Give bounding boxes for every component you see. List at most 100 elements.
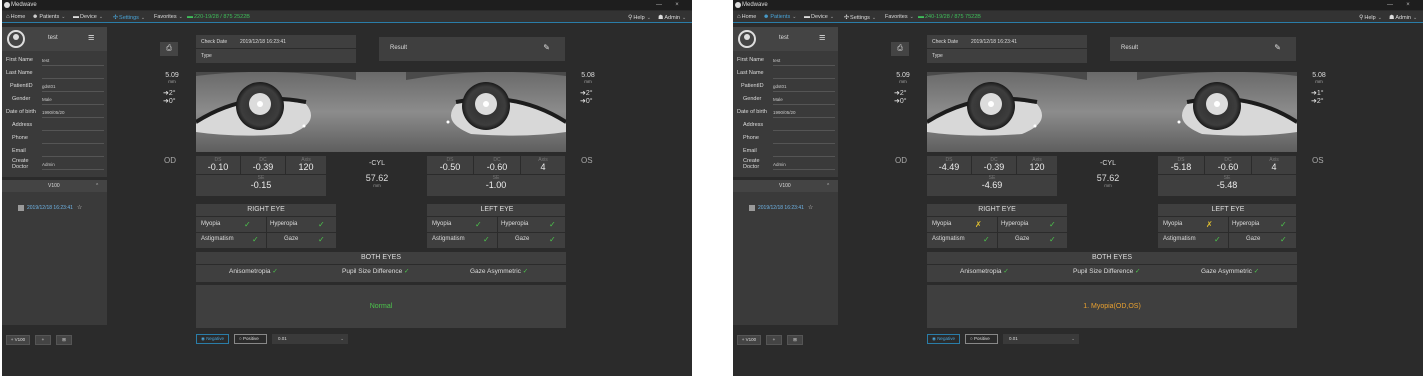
menu-home[interactable]: ⌂Home <box>6 14 25 20</box>
close-button[interactable]: × <box>670 1 684 9</box>
field-label: PatientID <box>741 83 764 89</box>
chevron-down-icon: ⌄ <box>340 336 344 341</box>
check-info: Check Date 2019/12/18 16:23:41 Type <box>196 35 356 63</box>
print-button[interactable]: ⎙ <box>891 42 909 56</box>
r-astigmatism-mark: ✓ <box>252 235 259 244</box>
avatar-icon <box>7 30 25 48</box>
device-group-header[interactable]: V100 ⌃ <box>2 180 107 192</box>
threshold-select[interactable]: 0.01 ⌄ <box>272 334 348 344</box>
cyl-value: 57.62 <box>1096 173 1120 183</box>
diagnosis-panel: Normal <box>196 285 566 328</box>
threshold-select[interactable]: 0.01 ⌄ <box>1003 334 1079 344</box>
device-group-header[interactable]: V100 ⌃ <box>733 180 838 192</box>
print-button[interactable]: ⎙ <box>160 42 178 56</box>
add-button[interactable]: + <box>35 335 51 345</box>
divider <box>927 264 1297 265</box>
field-value[interactable]: Admin <box>42 162 55 167</box>
os-gaze-v: 1° <box>1316 90 1324 97</box>
l-hyperopia-mark: ✓ <box>1280 220 1287 229</box>
device-status[interactable]: ▬240-19/28 / 875 7522B <box>918 14 981 20</box>
r-hyperopia-mark: ✓ <box>1049 220 1056 229</box>
record-checkbox[interactable] <box>18 204 24 211</box>
menu-favorites[interactable]: Favorites ⌄ <box>154 14 183 20</box>
positive-radio[interactable]: ○ Positive <box>965 334 998 344</box>
field-underline <box>773 143 835 144</box>
menu-patients[interactable]: ☻Patients ⌄ <box>763 14 796 20</box>
edit-icon[interactable]: ✎ <box>543 43 550 52</box>
record-item[interactable]: 2019/12/18 16:23:41 ☆ <box>18 204 82 211</box>
grid-button[interactable]: ⊞ <box>56 335 72 345</box>
add-button[interactable]: + <box>766 335 782 345</box>
od-label: OD <box>164 156 176 165</box>
od-axis: 120 <box>1029 162 1045 172</box>
record-list: V100 ⌃ 2019/12/18 16:23:41 ☆ <box>2 180 107 325</box>
od-gaze-v: 2° <box>168 90 176 97</box>
field-underline <box>42 65 104 66</box>
positive-radio[interactable]: ○ Positive <box>234 334 267 344</box>
menu-settings[interactable]: ✣Settings ⌄ <box>844 14 876 21</box>
menu-favorites[interactable]: Favorites ⌄ <box>885 14 914 20</box>
field-value[interactable]: Male <box>42 97 52 102</box>
astigmatism-label: Astigmatism <box>1163 236 1196 242</box>
device-status[interactable]: ▬220-19/28 / 875 2522B <box>187 14 250 20</box>
r-myopia-mark: ✗ <box>975 220 982 229</box>
menu-icon[interactable]: ≡ <box>88 33 94 44</box>
add-device-button[interactable]: + V100 <box>737 335 761 345</box>
field-underline <box>42 169 104 170</box>
menu-admin[interactable]: ☗Admin ⌄ <box>658 14 686 21</box>
menu-help[interactable]: ⚲Help ⌄ <box>1359 14 1382 21</box>
left-eye-panel: LEFT EYE Myopia ✓ Hyperopia ✓ Astigmatis… <box>427 204 567 248</box>
patient-field: First Name test <box>2 54 107 67</box>
field-value[interactable]: 1990/05/20 <box>42 110 65 115</box>
menu-admin[interactable]: ☗Admin ⌄ <box>1389 14 1417 21</box>
type-label: Type <box>932 53 943 59</box>
menu-home[interactable]: ⌂Home <box>737 14 756 20</box>
star-icon[interactable]: ☆ <box>808 205 813 211</box>
menu-device[interactable]: ▬Device ⌄ <box>804 14 834 20</box>
edit-icon[interactable]: ✎ <box>1274 43 1281 52</box>
gaze-asym-item: Gaze Asymmetric ✓ <box>470 267 528 275</box>
patient-field: PatientID gdst01 <box>733 80 838 93</box>
anisometropia-label: Anisometropia <box>229 268 271 275</box>
divider <box>997 216 998 248</box>
device-group-label: V100 <box>48 183 60 189</box>
field-value[interactable]: gdst01 <box>773 84 787 89</box>
menu-patients[interactable]: ☻Patients ⌄ <box>32 14 65 20</box>
add-device-button[interactable]: + V100 <box>6 335 30 345</box>
field-value[interactable]: 1990/05/20 <box>773 110 796 115</box>
field-value[interactable]: Male <box>773 97 783 102</box>
menu-help[interactable]: ⚲Help ⌄ <box>628 14 651 21</box>
minimize-button[interactable]: — <box>652 1 666 9</box>
field-value[interactable]: test <box>773 58 780 63</box>
negative-radio[interactable]: ◉ Negative <box>927 334 960 344</box>
grid-button[interactable]: ⊞ <box>787 335 803 345</box>
device-connected-icon: ▬ <box>918 14 924 20</box>
field-underline <box>773 104 835 105</box>
chevron-down-icon: ⌄ <box>1412 15 1418 21</box>
os-gaze: ➜1° ➜2° <box>1311 90 1324 105</box>
close-button[interactable]: × <box>1401 1 1415 9</box>
gaze-label: Gaze <box>1246 236 1261 242</box>
myopia-label: Myopia <box>432 221 452 227</box>
minimize-button[interactable]: — <box>1383 1 1397 9</box>
chevron-down-icon: ⌄ <box>61 14 66 20</box>
l-astigmatism-mark: ✓ <box>1214 235 1221 244</box>
field-value[interactable]: Admin <box>773 162 786 167</box>
field-value[interactable]: gdst01 <box>42 84 56 89</box>
record-item[interactable]: 2019/12/18 16:23:41 ☆ <box>749 204 813 211</box>
field-label: PatientID <box>10 83 33 89</box>
field-value[interactable]: test <box>42 58 49 63</box>
gaze-asym-label: Gaze Asymmetric <box>1201 268 1252 275</box>
eye-image <box>196 72 566 152</box>
pupil-size-item: Pupil Size Difference ✓ <box>342 267 409 275</box>
gaze-label: Gaze <box>515 236 530 242</box>
record-checkbox[interactable] <box>749 204 755 211</box>
menu-settings[interactable]: ✣Settings ⌄ <box>113 14 145 21</box>
od-dc: -0.39 <box>252 162 274 172</box>
negative-radio[interactable]: ◉ Negative <box>196 334 229 344</box>
menu-device[interactable]: ▬Device ⌄ <box>73 14 103 20</box>
print-icon: ⎙ <box>166 45 172 52</box>
menu-icon[interactable]: ≡ <box>819 33 825 44</box>
star-icon[interactable]: ☆ <box>77 205 82 211</box>
field-label: Phone <box>12 135 28 141</box>
